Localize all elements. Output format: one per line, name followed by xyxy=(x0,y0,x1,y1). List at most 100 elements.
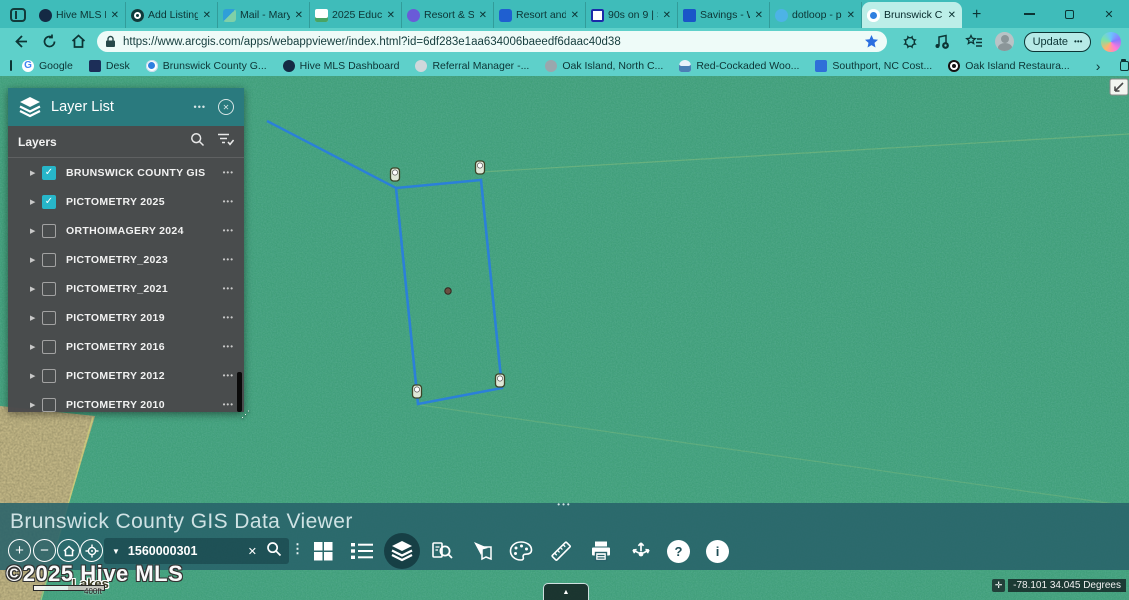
profile-avatar[interactable] xyxy=(995,32,1014,51)
copilot-icon[interactable] xyxy=(1101,32,1121,52)
tab-savings[interactable]: Savings - W...✕ xyxy=(678,2,770,28)
maximize-button[interactable] xyxy=(1049,0,1089,28)
browser-essentials-icon[interactable] xyxy=(901,33,919,51)
layer-menu-icon[interactable]: ••• xyxy=(223,371,234,380)
tab-brunswick-active[interactable]: Brunswick C✕ xyxy=(862,2,962,28)
coordinates-move-icon[interactable]: ✛ xyxy=(992,579,1005,592)
search-more-icon[interactable]: ⋮ xyxy=(291,541,304,557)
bookmark-oak-island[interactable]: Oak Island, North C... xyxy=(545,60,663,72)
layer-filter-icon[interactable] xyxy=(217,132,234,151)
layer-menu-icon[interactable]: ••• xyxy=(223,226,234,235)
tab-90s-on-9[interactable]: 90s on 9 | Si...✕ xyxy=(586,2,678,28)
update-button[interactable]: Update••• xyxy=(1024,32,1092,52)
expand-caret-icon[interactable]: ▶ xyxy=(30,372,42,380)
layer-menu-icon[interactable]: ••• xyxy=(223,168,234,177)
zoom-in-button[interactable]: + xyxy=(8,539,31,562)
layer-row[interactable]: ▶PICTOMETRY 2012••• xyxy=(8,361,244,390)
tab-dotloop[interactable]: dotloop - p...✕ xyxy=(770,2,862,28)
tab-close-icon[interactable]: ✕ xyxy=(570,10,580,21)
tab-hive-mls[interactable]: Hive MLS D...✕ xyxy=(34,2,126,28)
tab-close-icon[interactable]: ✕ xyxy=(846,10,856,21)
url-field[interactable]: https://www.arcgis.com/apps/webappviewer… xyxy=(97,31,887,52)
close-window-button[interactable]: ✕ xyxy=(1089,0,1129,28)
layer-checkbox[interactable] xyxy=(42,340,56,354)
layer-row[interactable]: ▶PICTOMETRY 2016••• xyxy=(8,332,244,361)
draw-button[interactable] xyxy=(508,538,534,564)
new-tab-button[interactable]: + xyxy=(972,6,981,24)
layer-menu-icon[interactable]: ••• xyxy=(223,284,234,293)
attribution-expander[interactable]: ▲ xyxy=(543,583,589,600)
tab-search-icon[interactable] xyxy=(10,8,26,22)
bookmark-oak-island-restaurants[interactable]: Oak Island Restaura... xyxy=(948,60,1069,72)
home-extent-button[interactable] xyxy=(57,539,80,562)
share-button[interactable] xyxy=(628,538,654,564)
layer-checkbox[interactable] xyxy=(42,224,56,238)
search-clear-icon[interactable]: ✕ xyxy=(241,545,264,558)
layer-checkbox[interactable] xyxy=(42,311,56,325)
favorites-list-icon[interactable] xyxy=(965,33,983,51)
other-favorites-button[interactable]: Other favorites xyxy=(1110,54,1129,78)
tab-close-icon[interactable]: ✕ xyxy=(202,10,212,21)
help-button[interactable]: ? xyxy=(667,540,690,563)
tab-close-icon[interactable]: ✕ xyxy=(110,10,120,21)
bar-drag-handle[interactable]: ••• xyxy=(557,500,571,509)
layer-row[interactable]: ▶✓BRUNSWICK COUNTY GIS••• xyxy=(8,158,244,187)
tab-close-icon[interactable]: ✕ xyxy=(947,10,957,21)
tab-close-icon[interactable]: ✕ xyxy=(294,10,304,21)
minimize-button[interactable] xyxy=(1009,0,1049,28)
tab-resort-se[interactable]: Resort & Se...✕ xyxy=(402,2,494,28)
print-button[interactable] xyxy=(588,538,614,564)
search-dropdown-arrow[interactable]: ▼ xyxy=(104,547,128,556)
query-button[interactable] xyxy=(429,538,455,564)
tab-close-icon[interactable]: ✕ xyxy=(478,10,488,21)
tab-close-icon[interactable]: ✕ xyxy=(662,10,672,21)
panel-close-icon[interactable]: ✕ xyxy=(218,99,234,115)
zoom-out-button[interactable]: − xyxy=(33,539,56,562)
layer-menu-icon[interactable]: ••• xyxy=(223,313,234,322)
layer-menu-icon[interactable]: ••• xyxy=(223,342,234,351)
expand-caret-icon[interactable]: ▶ xyxy=(30,285,42,293)
back-icon[interactable] xyxy=(12,33,29,50)
panel-menu-icon[interactable]: ••• xyxy=(190,100,210,114)
layer-checkbox[interactable] xyxy=(42,282,56,296)
bookmark-referral-manager[interactable]: Referral Manager -... xyxy=(415,60,529,72)
panel-scrollbar-thumb[interactable] xyxy=(237,372,242,412)
home-icon[interactable] xyxy=(70,33,87,50)
layer-checkbox[interactable]: ✓ xyxy=(42,195,56,209)
parcel-search-input[interactable] xyxy=(128,544,241,558)
layer-menu-icon[interactable]: ••• xyxy=(223,197,234,206)
expand-caret-icon[interactable]: ▶ xyxy=(30,256,42,264)
layer-row[interactable]: ▶PICTOMETRY 2010••• xyxy=(8,390,244,412)
legend-button[interactable] xyxy=(349,538,375,564)
refresh-icon[interactable] xyxy=(41,33,58,50)
bookmarks-overflow-chevron[interactable]: › xyxy=(1086,58,1111,74)
bookmark-brunswick-gis[interactable]: Brunswick County G... xyxy=(146,60,267,72)
expand-caret-icon[interactable]: ▶ xyxy=(30,343,42,351)
measurement-button[interactable] xyxy=(548,538,574,564)
layer-row[interactable]: ▶✓PICTOMETRY 2025••• xyxy=(8,187,244,216)
tab-resort-and-s[interactable]: Resort and S...✕ xyxy=(494,2,586,28)
layer-menu-icon[interactable]: ••• xyxy=(223,255,234,264)
layer-search-icon[interactable] xyxy=(190,132,205,152)
bookmark-google[interactable]: GGoogle xyxy=(22,60,73,72)
layer-row[interactable]: ▶PICTOMETRY_2021••• xyxy=(8,274,244,303)
sidebar-toggle-icon[interactable] xyxy=(10,60,12,71)
tab-close-icon[interactable]: ✕ xyxy=(386,10,396,21)
panel-resize-handle[interactable]: ⋰ xyxy=(241,409,250,420)
tab-2025-educat[interactable]: 2025 Educat...✕ xyxy=(310,2,402,28)
layer-checkbox[interactable] xyxy=(42,398,56,412)
expand-caret-icon[interactable]: ▶ xyxy=(30,169,42,177)
bookmark-red-cockaded[interactable]: Red-Cockaded Woo... xyxy=(679,60,799,72)
bookmark-southport[interactable]: Southport, NC Cost... xyxy=(815,60,932,72)
expand-caret-icon[interactable]: ▶ xyxy=(30,227,42,235)
media-controls-icon[interactable] xyxy=(933,33,951,51)
bookmark-desk[interactable]: Desk xyxy=(89,60,130,72)
layer-menu-icon[interactable]: ••• xyxy=(223,400,234,409)
expand-caret-icon[interactable]: ▶ xyxy=(30,198,42,206)
expand-caret-icon[interactable]: ▶ xyxy=(30,401,42,409)
map-canvas[interactable]: Layer List ••• ✕ Layers ▶✓BRUNSWICK COUN… xyxy=(0,76,1129,600)
layer-row[interactable]: ▶ORTHOIMAGERY 2024••• xyxy=(8,216,244,245)
about-button[interactable]: i xyxy=(706,540,729,563)
tab-close-icon[interactable]: ✕ xyxy=(754,10,764,21)
my-location-button[interactable] xyxy=(80,539,103,562)
